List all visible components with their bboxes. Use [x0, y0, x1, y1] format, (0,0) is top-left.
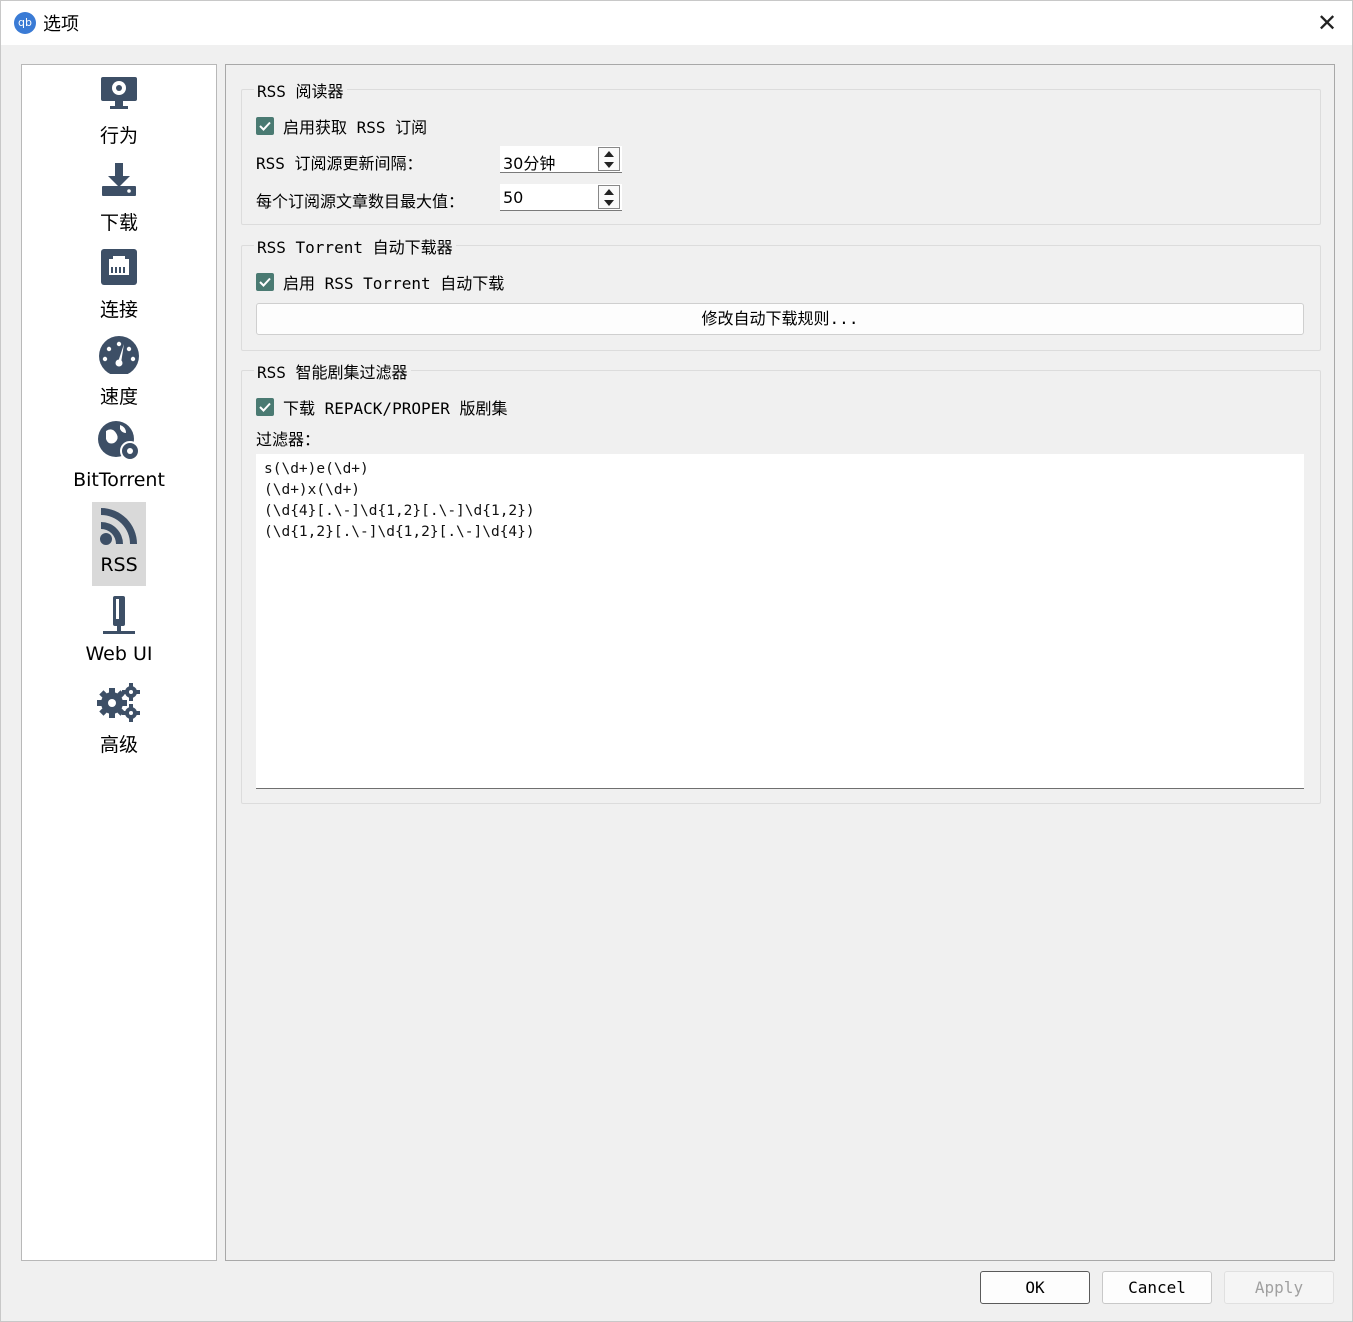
sidebar-item-label: Web UI [85, 643, 153, 665]
checkbox-label: 下载 REPACK/PROPER 版剧集 [283, 399, 508, 418]
checkbox-label: 启用获取 RSS 订阅 [283, 118, 428, 137]
sidebar-item-behavior[interactable]: 行为 [92, 69, 146, 153]
edit-download-rules-button[interactable]: 修改自动下载规则... [256, 303, 1304, 335]
options-dialog: qb 选项 ✕ 行为 下载 连接 速度 BitTorrent RSS Web U… [0, 0, 1353, 1322]
enable-rss-fetch-checkbox[interactable]: 启用获取 RSS 订阅 [256, 114, 427, 138]
filter-line: s(\d+)e(\d+) [264, 461, 369, 477]
sidebar-item-label: 速度 [99, 386, 138, 408]
sidebar-item-connection[interactable]: 连接 [92, 243, 146, 327]
sidebar-item-label: BitTorrent [73, 469, 165, 491]
arrow-down-icon[interactable] [599, 159, 619, 170]
sidebar-item-rss[interactable]: RSS [92, 502, 146, 586]
options-sidebar: 行为 下载 连接 速度 BitTorrent RSS Web UI 高级 [21, 64, 217, 1261]
rss-icon [92, 504, 146, 548]
checkbox-checked-icon [256, 117, 274, 135]
filter-line: (\d+)x(\d+) [264, 482, 361, 498]
web-ui-icon [92, 593, 146, 637]
behavior-monitor-icon [92, 71, 146, 115]
arrow-down-icon[interactable] [599, 197, 619, 208]
sidebar-item-label: RSS [100, 554, 138, 576]
ok-button[interactable]: OK [980, 1271, 1090, 1304]
enable-auto-download-checkbox[interactable]: 启用 RSS Torrent 自动下载 [256, 270, 504, 294]
arrow-up-icon[interactable] [599, 186, 619, 197]
sidebar-item-label: 连接 [99, 299, 138, 321]
window-title: 选项 [43, 14, 79, 35]
rss-smart-filter-group: RSS 智能剧集过滤器 下载 REPACK/PROPER 版剧集 过滤器： s(… [241, 359, 1321, 804]
sidebar-item-label: 高级 [99, 734, 138, 756]
spinbox-value: 50 [503, 188, 524, 207]
close-button[interactable]: ✕ [1307, 7, 1347, 39]
checkbox-checked-icon [256, 273, 274, 291]
refresh-interval-spinbox[interactable]: 30分钟 [500, 146, 622, 173]
filter-line: (\d{1,2}[.\-]\d{1,2}[.\-]\d{4}) [264, 524, 535, 540]
sidebar-item-label: 下载 [99, 212, 138, 234]
interval-label: RSS 订阅源更新间隔： [256, 154, 423, 173]
sidebar-item-web-ui[interactable]: Web UI [86, 591, 152, 675]
cancel-button[interactable]: Cancel [1102, 1271, 1212, 1304]
group-title: RSS 智能剧集过滤器 [254, 359, 411, 383]
speedometer-icon [92, 332, 146, 376]
group-title: RSS Torrent 自动下载器 [254, 234, 456, 258]
download-icon [92, 158, 146, 202]
max-articles-spinbox[interactable]: 50 [500, 184, 622, 211]
rss-settings-panel: RSS 阅读器 启用获取 RSS 订阅 RSS 订阅源更新间隔： 30分钟 每个… [225, 64, 1335, 1261]
filters-label: 过滤器： [256, 430, 321, 449]
sidebar-item-advanced[interactable]: 高级 [92, 678, 146, 762]
sidebar-item-label: 行为 [99, 125, 138, 147]
rss-auto-downloader-group: RSS Torrent 自动下载器 启用 RSS Torrent 自动下载 修改… [241, 234, 1321, 351]
sidebar-item-speed[interactable]: 速度 [92, 330, 146, 414]
qbittorrent-logo-icon: qb [14, 12, 36, 34]
spinbox-arrows[interactable] [598, 185, 620, 209]
title-bar: qb 选项 ✕ [1, 1, 1352, 45]
checkbox-label: 启用 RSS Torrent 自动下载 [283, 274, 505, 293]
max-articles-label: 每个订阅源文章数目最大值： [256, 192, 465, 211]
sidebar-item-bittorrent[interactable]: BitTorrent [73, 417, 165, 501]
download-repack-checkbox[interactable]: 下载 REPACK/PROPER 版剧集 [256, 395, 508, 419]
spinbox-value: 30分钟 [503, 154, 556, 173]
filters-textarea[interactable]: s(\d+)e(\d+) (\d+)x(\d+) (\d{4}[.\-]\d{1… [256, 454, 1304, 789]
group-title: RSS 阅读器 [254, 78, 347, 102]
gears-icon [92, 680, 146, 724]
filter-line: (\d{4}[.\-]\d{1,2}[.\-]\d{1,2}) [264, 503, 535, 519]
arrow-up-icon[interactable] [599, 148, 619, 159]
rss-reader-group: RSS 阅读器 启用获取 RSS 订阅 RSS 订阅源更新间隔： 30分钟 每个… [241, 78, 1321, 225]
globe-gear-icon [92, 419, 146, 463]
checkbox-checked-icon [256, 398, 274, 416]
connection-icon [92, 245, 146, 289]
spinbox-arrows[interactable] [598, 147, 620, 171]
apply-button[interactable]: Apply [1224, 1271, 1334, 1304]
sidebar-item-downloads[interactable]: 下载 [92, 156, 146, 240]
